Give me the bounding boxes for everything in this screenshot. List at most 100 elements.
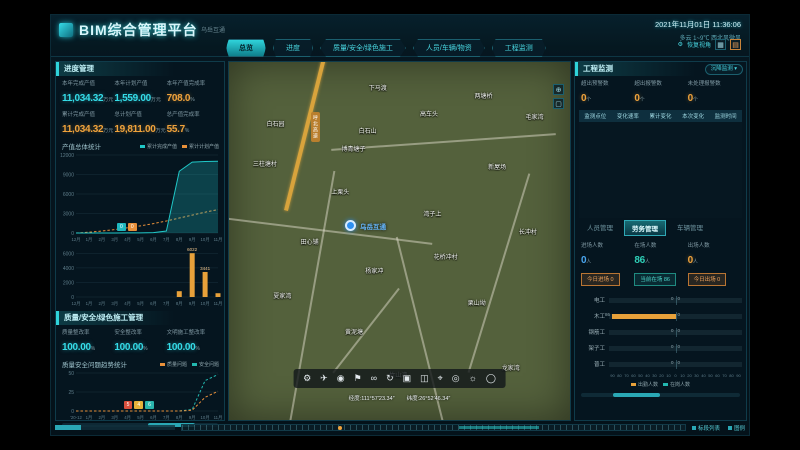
svg-text:10月: 10月 xyxy=(201,301,210,307)
issue-trend-chart: 546 02550'20-121月2月3月4月5月6月7月8月9月10月11月 xyxy=(58,369,222,421)
monitor-type-dropdown[interactable]: 沉降监测 ▾ xyxy=(705,64,743,75)
stat-label: 安全整改率 xyxy=(114,328,166,336)
nav-tab-0[interactable]: 总览 xyxy=(226,39,266,57)
map-place-label: 夏家湾 xyxy=(273,291,291,300)
stat-badge[interactable]: 今日进场 0 xyxy=(581,273,620,286)
stat-item: 本年计划产值 1,559.00万元 xyxy=(114,79,166,106)
stat-unit: 万元 xyxy=(151,97,161,103)
right-value: 0 xyxy=(678,328,681,333)
progress-stats: 本年完成产值11,034.32万元本年计划产值1,559.00万元本年产值完成率… xyxy=(56,76,224,139)
cube-icon[interactable]: ▣ xyxy=(403,373,412,384)
nav-tab-2[interactable]: 质量/安全/绿色施工 xyxy=(320,39,406,57)
stat-label: 文明施工整改率 xyxy=(167,328,219,336)
svg-text:7月: 7月 xyxy=(163,301,170,307)
layout-icon[interactable]: ▦ xyxy=(715,39,726,50)
worker-row: 钢筋工00 xyxy=(575,324,746,340)
stat-badge[interactable]: 今日出场 0 xyxy=(688,273,727,286)
map-view[interactable]: 呼北高速 下马渡两塘桥高车头白石园毛家湾白石山博青塘子三柱塘村新屋场上栗头湾子上… xyxy=(228,61,571,421)
stat-item: 在场人数86人当前在场 86 xyxy=(634,241,687,286)
map-place-label: 黄泥塘 xyxy=(345,327,363,336)
stat-unit: 个 xyxy=(586,97,591,103)
stat-label: 质量整改率 xyxy=(62,328,114,336)
stat-value: 100.00 xyxy=(167,342,196,353)
stat-value: 708.0 xyxy=(167,93,191,104)
output-trend-chart: 00 03000600090001200012月1月2月3月4月5月6月7月8月… xyxy=(58,151,222,243)
svg-text:6000: 6000 xyxy=(63,251,74,257)
svg-text:9000: 9000 xyxy=(63,173,74,179)
quality-stats: 质量整改率100.00%安全整改率100.00%文明施工整改率100.00% xyxy=(56,325,224,357)
rotate-icon[interactable]: ↻ xyxy=(386,373,394,384)
svg-text:2月: 2月 xyxy=(98,237,105,243)
stat-badge[interactable]: 当前在场 86 xyxy=(634,273,676,286)
flag-icon[interactable]: ⚑ xyxy=(354,373,362,384)
stat-value: 1,559.00 xyxy=(114,93,151,104)
svg-text:6月: 6月 xyxy=(150,301,157,307)
stat-item: 超出预警数0个 xyxy=(581,79,634,106)
map-place-label: 白石园 xyxy=(267,119,285,128)
project-subtitle: 乌岳互通 xyxy=(201,25,225,34)
gear-icon[interactable]: ⚙ xyxy=(678,41,683,48)
nav-tab-3[interactable]: 人员/车辆/物资 xyxy=(413,39,485,57)
highway-badge: 呼北高速 xyxy=(311,112,320,142)
personnel-tab-2[interactable]: 车辆管理 xyxy=(670,220,710,236)
link-icon[interactable]: ∞ xyxy=(371,373,377,384)
nav-tab-1[interactable]: 进度 xyxy=(273,39,313,57)
svg-text:11月: 11月 xyxy=(214,237,222,243)
project-marker[interactable] xyxy=(345,220,356,231)
svg-text:50: 50 xyxy=(68,371,74,377)
drone-icon[interactable]: ✈ xyxy=(320,373,328,384)
map-place-label: 下马渡 xyxy=(369,83,387,92)
locate-button[interactable]: ⊕ xyxy=(553,84,564,95)
personnel-tab-1[interactable]: 劳务管理 xyxy=(624,220,666,236)
datetime-text: 2021年11月01日 11:36:06 xyxy=(655,19,741,30)
stat-label: 超出预警数 xyxy=(581,79,634,87)
worker-category: 钢筋工 xyxy=(579,328,609,336)
left-bar xyxy=(612,314,676,319)
quality-section-title: 质量/安全/绿色施工管理 xyxy=(56,311,224,325)
stat-unit: 个 xyxy=(693,97,698,103)
map-place-label: 三柱塘村 xyxy=(253,159,277,168)
split-icon[interactable]: ◫ xyxy=(420,373,429,384)
footer-item[interactable]: 标段列表 xyxy=(692,424,720,432)
svg-text:3月: 3月 xyxy=(111,301,118,307)
left-panel: 进度管理 本年完成产值11,034.32万元本年计划产值1,559.00万元本年… xyxy=(55,61,225,421)
legend-item: 在岗人数 xyxy=(663,381,690,388)
footer-items: 标段列表图例 xyxy=(692,424,745,432)
map-place-label: 博青塘子 xyxy=(342,144,366,153)
map-controls: ⊕ ▢ xyxy=(553,84,564,109)
stat-label: 总产值完成率 xyxy=(167,110,219,118)
svg-text:2月: 2月 xyxy=(98,301,105,307)
view-reset-button[interactable]: 恢复视角 xyxy=(687,40,711,49)
svg-text:12000: 12000 xyxy=(60,153,74,159)
fullscreen-button[interactable]: ▢ xyxy=(553,98,564,109)
chart-scrollbar[interactable] xyxy=(581,393,740,397)
menu-icon[interactable]: ▤ xyxy=(730,39,741,50)
nav-tab-4[interactable]: 工程监测 xyxy=(492,39,546,57)
orbit-icon[interactable]: ◯ xyxy=(486,373,496,384)
footer-item[interactable]: 图例 xyxy=(728,424,745,432)
svg-text:3441: 3441 xyxy=(200,266,211,271)
svg-text:10月: 10月 xyxy=(201,237,210,243)
stat-label: 本年计划产值 xyxy=(114,79,166,87)
svg-text:6022: 6022 xyxy=(187,247,198,252)
stat-unit: 人 xyxy=(693,259,698,265)
svg-text:3月: 3月 xyxy=(111,415,118,421)
stat-unit: 人 xyxy=(645,259,650,265)
timeline-track[interactable] xyxy=(181,424,686,431)
stat-unit: % xyxy=(195,346,199,352)
svg-text:6月: 6月 xyxy=(150,237,157,243)
light-icon[interactable]: ☼ xyxy=(469,373,477,384)
personnel-tab-0[interactable]: 人员管理 xyxy=(580,220,620,236)
measure-icon[interactable]: ⌖ xyxy=(438,373,443,384)
svg-text:6000: 6000 xyxy=(63,192,74,198)
view-icon[interactable]: ◉ xyxy=(337,373,345,384)
map-place-label: 毛家湾 xyxy=(526,112,544,121)
tooltip-pill: 4 xyxy=(134,401,143,409)
timeline-progress[interactable] xyxy=(55,425,175,430)
settings-icon[interactable]: ⚙ xyxy=(303,373,311,384)
worker-distribution-chart: 电工00木工860钢筋工00架子工00普工0090807060504030201… xyxy=(575,292,746,378)
legend-item: 累计完成产值 xyxy=(140,143,177,150)
stat-value: 100.00 xyxy=(114,342,143,353)
svg-text:4月: 4月 xyxy=(124,301,131,307)
locate-icon[interactable]: ◎ xyxy=(452,373,460,384)
